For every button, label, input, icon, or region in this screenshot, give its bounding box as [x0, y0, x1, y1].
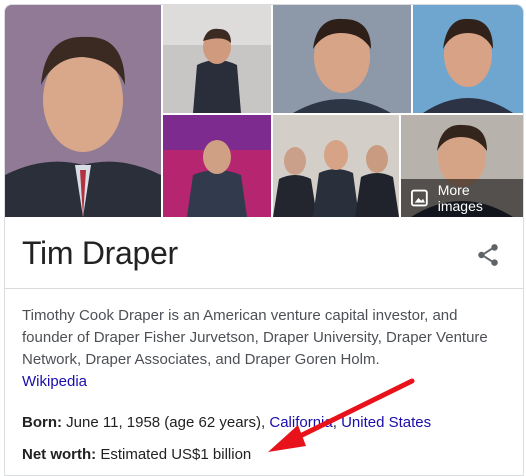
main-photo[interactable] [5, 5, 161, 217]
photo-group[interactable] [273, 115, 399, 217]
more-images-button[interactable]: More images [401, 179, 523, 217]
photo-on-stage[interactable] [163, 115, 271, 217]
born-label: Born: [22, 414, 62, 431]
fact-net-worth: Net worth: Estimated US$1 billion [22, 446, 251, 463]
knowledge-panel: More images Tim Draper Timothy Cook Drap… [4, 4, 524, 476]
born-value: June 11, 1958 (age 62 years), [66, 414, 266, 431]
networth-label: Net worth: [22, 446, 97, 463]
more-images-label: More images [437, 182, 483, 214]
united-states-link[interactable]: United States [341, 414, 431, 431]
photo-venture-event[interactable] [163, 5, 271, 113]
photo-smiling[interactable] [273, 5, 411, 113]
entity-title: Tim Draper [22, 235, 178, 271]
networth-value: Estimated US$1 billion [100, 446, 252, 463]
divider [5, 288, 523, 289]
wikipedia-link[interactable]: Wikipedia [22, 373, 87, 390]
share-icon[interactable] [475, 242, 501, 268]
photo-closeup[interactable]: More images [401, 115, 523, 217]
fact-born: Born: June 11, 1958 (age 62 years), Cali… [22, 414, 431, 431]
california-link[interactable]: California [269, 414, 332, 431]
image-icon [411, 189, 428, 207]
photo-headshot[interactable] [413, 5, 523, 113]
born-separator: , [332, 414, 342, 431]
description-text: Timothy Cook Draper is an American ventu… [22, 307, 488, 368]
entity-description: Timothy Cook Draper is an American ventu… [22, 305, 502, 393]
